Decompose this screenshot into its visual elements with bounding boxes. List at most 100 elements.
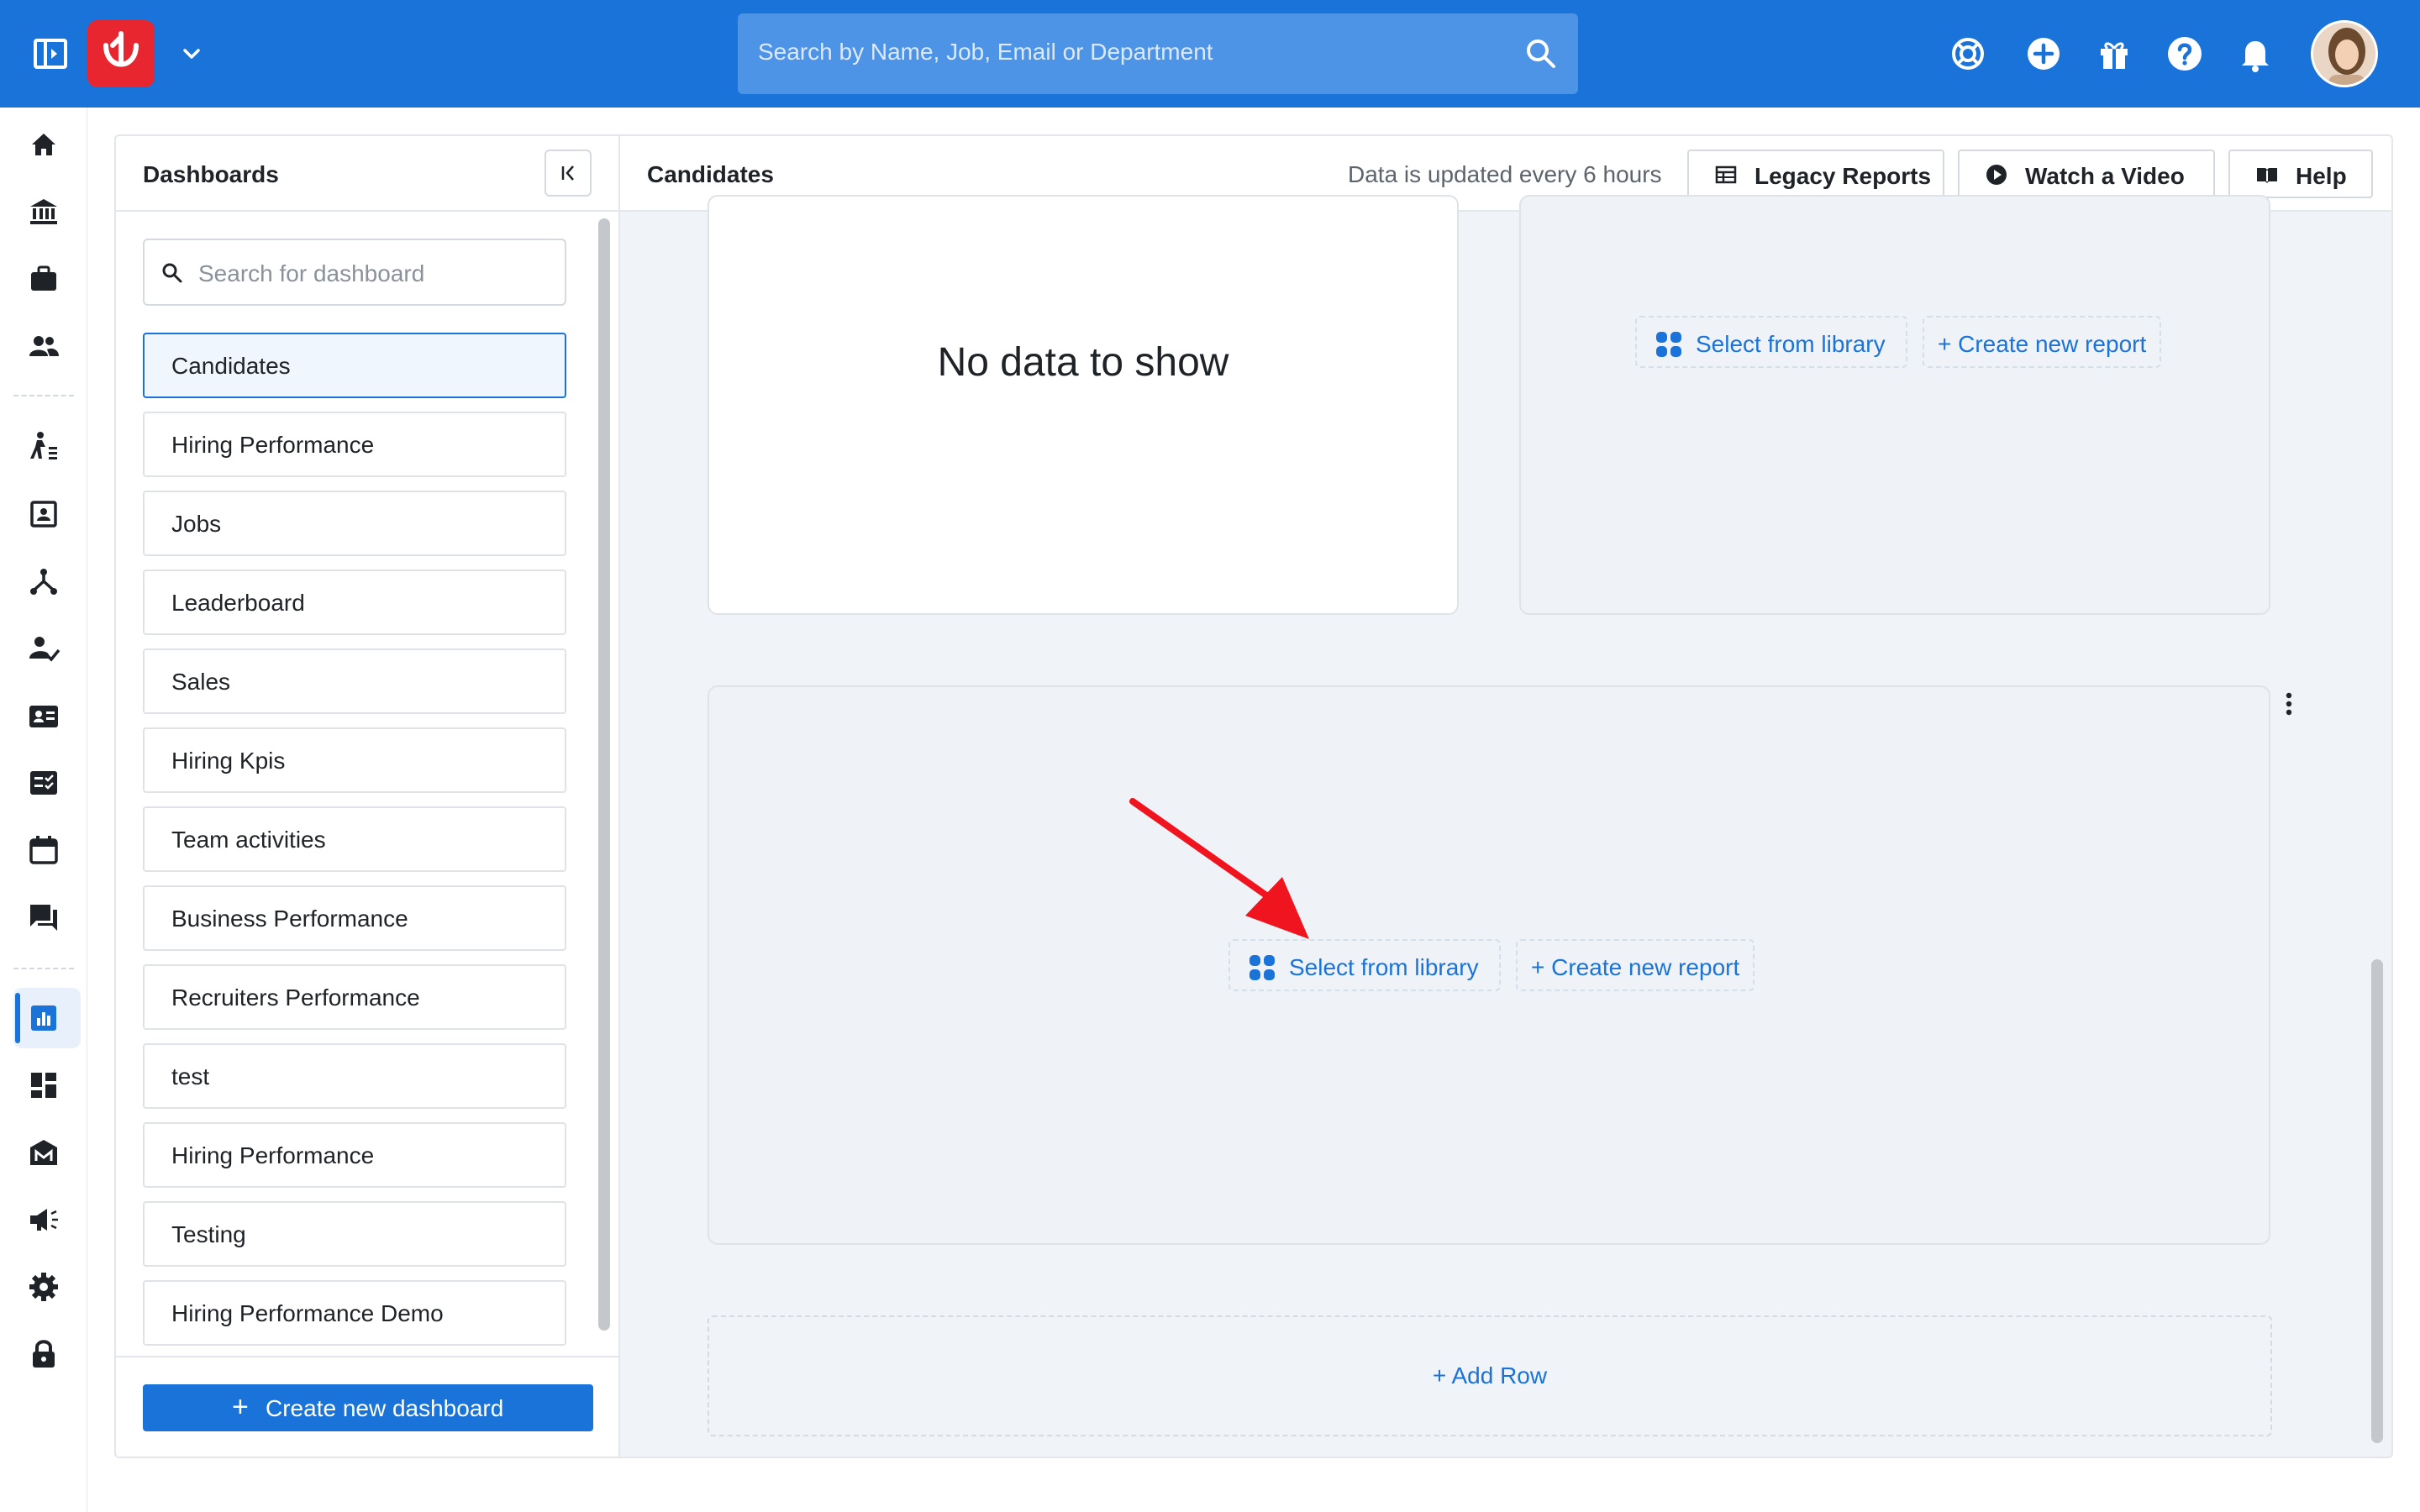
- dashboard-item[interactable]: Hiring Performance Demo: [143, 1280, 566, 1346]
- app-logo[interactable]: [87, 20, 155, 87]
- dashboards-panel: Dashboards Search for dashboard Candidat…: [114, 134, 620, 1458]
- calendar-icon[interactable]: [27, 833, 60, 867]
- home-icon[interactable]: [27, 128, 60, 161]
- chevron-down-icon[interactable]: [178, 40, 205, 67]
- watch-video-label: Watch a Video: [2025, 163, 2185, 189]
- checklist-icon[interactable]: [27, 766, 60, 800]
- dashboards-header: Dashboards: [116, 136, 618, 212]
- dashboard-item[interactable]: Candidates: [143, 333, 566, 398]
- grid-icon: [1656, 332, 1681, 357]
- gift-icon[interactable]: [2094, 34, 2134, 74]
- marketplace-icon[interactable]: [27, 1136, 60, 1169]
- dashboard-item[interactable]: Team activities: [143, 806, 566, 872]
- create-new-report-button[interactable]: + Create new report: [1516, 939, 1754, 991]
- legacy-reports-button[interactable]: Legacy Reports: [1687, 150, 1944, 198]
- global-search-placeholder: Search by Name, Job, Email or Department: [758, 39, 1213, 65]
- dashboard-item[interactable]: Testing: [143, 1201, 566, 1267]
- create-new-report-button[interactable]: + Create new report: [1923, 316, 2161, 368]
- add-icon[interactable]: [2023, 34, 2064, 74]
- help-icon[interactable]: [2165, 34, 2205, 74]
- hiring-flow-icon[interactable]: [27, 430, 60, 464]
- bank-icon[interactable]: [27, 195, 60, 228]
- announcements-icon[interactable]: [27, 1203, 60, 1236]
- gear-icon[interactable]: [27, 1270, 60, 1304]
- dashboard-item[interactable]: Hiring Kpis: [143, 727, 566, 793]
- create-new-report-label: + Create new report: [1531, 954, 1740, 980]
- panel-toggle-icon[interactable]: [34, 39, 67, 69]
- avatar[interactable]: [2311, 20, 2378, 87]
- dashboard-item-label: Sales: [171, 669, 231, 695]
- dashboard-icon[interactable]: [27, 1068, 60, 1102]
- grid-icon: [1249, 955, 1275, 980]
- help-button[interactable]: Help: [2228, 150, 2373, 198]
- org-chart-icon[interactable]: [27, 564, 60, 598]
- dashboard-search-input[interactable]: Search for dashboard: [143, 239, 566, 306]
- dashboard-item-label: Leaderboard: [171, 590, 305, 616]
- update-frequency-note: Data is updated every 6 hours: [1348, 161, 1662, 187]
- dashboards-title: Dashboards: [143, 161, 279, 187]
- support-icon[interactable]: [1948, 34, 1988, 74]
- dashboard-item[interactable]: test: [143, 1043, 566, 1109]
- add-row-label: + Add Row: [1432, 1362, 1548, 1389]
- search-icon[interactable]: [1523, 35, 1560, 72]
- dashboard-item-label: test: [171, 1063, 210, 1089]
- watch-video-button[interactable]: Watch a Video: [1958, 150, 2215, 198]
- dashboard-canvas: Candidates Data is updated every 6 hours…: [620, 134, 2393, 1458]
- dashboard-item[interactable]: Leaderboard: [143, 570, 566, 635]
- dashboard-item-label: Hiring Kpis: [171, 748, 286, 774]
- play-icon: [1986, 165, 2007, 185]
- rail-active-indicator: [15, 993, 20, 1043]
- create-dashboard-label: Create new dashboard: [266, 1395, 504, 1421]
- help-label: Help: [2296, 163, 2347, 189]
- lock-icon[interactable]: [27, 1337, 60, 1371]
- canvas-scrollbar[interactable]: [2371, 959, 2383, 1443]
- dashboard-item-label: Jobs: [171, 511, 222, 537]
- chat-icon[interactable]: [27, 900, 60, 934]
- global-search-input[interactable]: Search by Name, Job, Email or Department: [738, 13, 1578, 94]
- dashboard-item-label: Hiring Performance Demo: [171, 1300, 444, 1326]
- top-bar: Search by Name, Job, Email or Department: [0, 0, 2420, 108]
- annotation-arrow: [1129, 798, 1309, 939]
- dashboard-item[interactable]: Sales: [143, 648, 566, 714]
- dashboard-item-label: Team activities: [171, 827, 326, 853]
- user-check-icon[interactable]: [27, 632, 60, 665]
- dashboard-item[interactable]: Hiring Performance: [143, 412, 566, 477]
- dashboard-item[interactable]: Business Performance: [143, 885, 566, 951]
- contact-card-icon[interactable]: [27, 497, 60, 531]
- left-navigation-rail: [0, 108, 87, 1512]
- dashboard-item[interactable]: Jobs: [143, 491, 566, 556]
- dashboard-item-label: Hiring Performance: [171, 1142, 375, 1168]
- dashboard-item-label: Candidates: [171, 353, 291, 379]
- dashboard-item-label: Testing: [171, 1221, 246, 1247]
- page-title: Candidates: [647, 161, 774, 187]
- table-icon: [1715, 165, 1737, 184]
- book-icon: [2257, 168, 2277, 183]
- analytics-icon[interactable]: [27, 1001, 60, 1035]
- create-dashboard-button[interactable]: + Create new dashboard: [143, 1384, 593, 1431]
- rail-divider: [13, 395, 74, 396]
- rail-divider: [13, 968, 74, 969]
- dashboard-item-label: Business Performance: [171, 906, 408, 932]
- bell-icon[interactable]: [2235, 34, 2275, 74]
- people-icon[interactable]: [27, 329, 60, 363]
- collapse-panel-button[interactable]: [544, 150, 592, 197]
- dashboard-search-placeholder: Search for dashboard: [198, 260, 425, 286]
- empty-report-slot: Select from library + Create new report: [708, 685, 2270, 1245]
- dashboard-item[interactable]: Hiring Performance: [143, 1122, 566, 1188]
- empty-report-slot: Select from library + Create new report: [1519, 195, 2270, 615]
- add-row-button[interactable]: + Add Row: [708, 1315, 2272, 1436]
- legacy-reports-label: Legacy Reports: [1754, 163, 1932, 189]
- briefcase-icon[interactable]: [27, 262, 60, 296]
- dashboards-scrollbar[interactable]: [598, 218, 610, 1331]
- dashboards-footer-divider: [116, 1356, 618, 1357]
- kebab-menu-icon[interactable]: [2279, 685, 2299, 722]
- dashboard-item-label: Recruiters Performance: [171, 984, 420, 1011]
- select-from-library-button[interactable]: Select from library: [1635, 316, 1907, 368]
- dashboard-item[interactable]: Recruiters Performance: [143, 964, 566, 1030]
- id-card-icon[interactable]: [27, 699, 60, 732]
- search-icon: [162, 263, 182, 283]
- create-new-report-label: + Create new report: [1938, 331, 2147, 357]
- plus-icon: +: [232, 1391, 249, 1423]
- dashboard-item-label: Hiring Performance: [171, 432, 375, 458]
- collapse-left-icon: [561, 165, 574, 181]
